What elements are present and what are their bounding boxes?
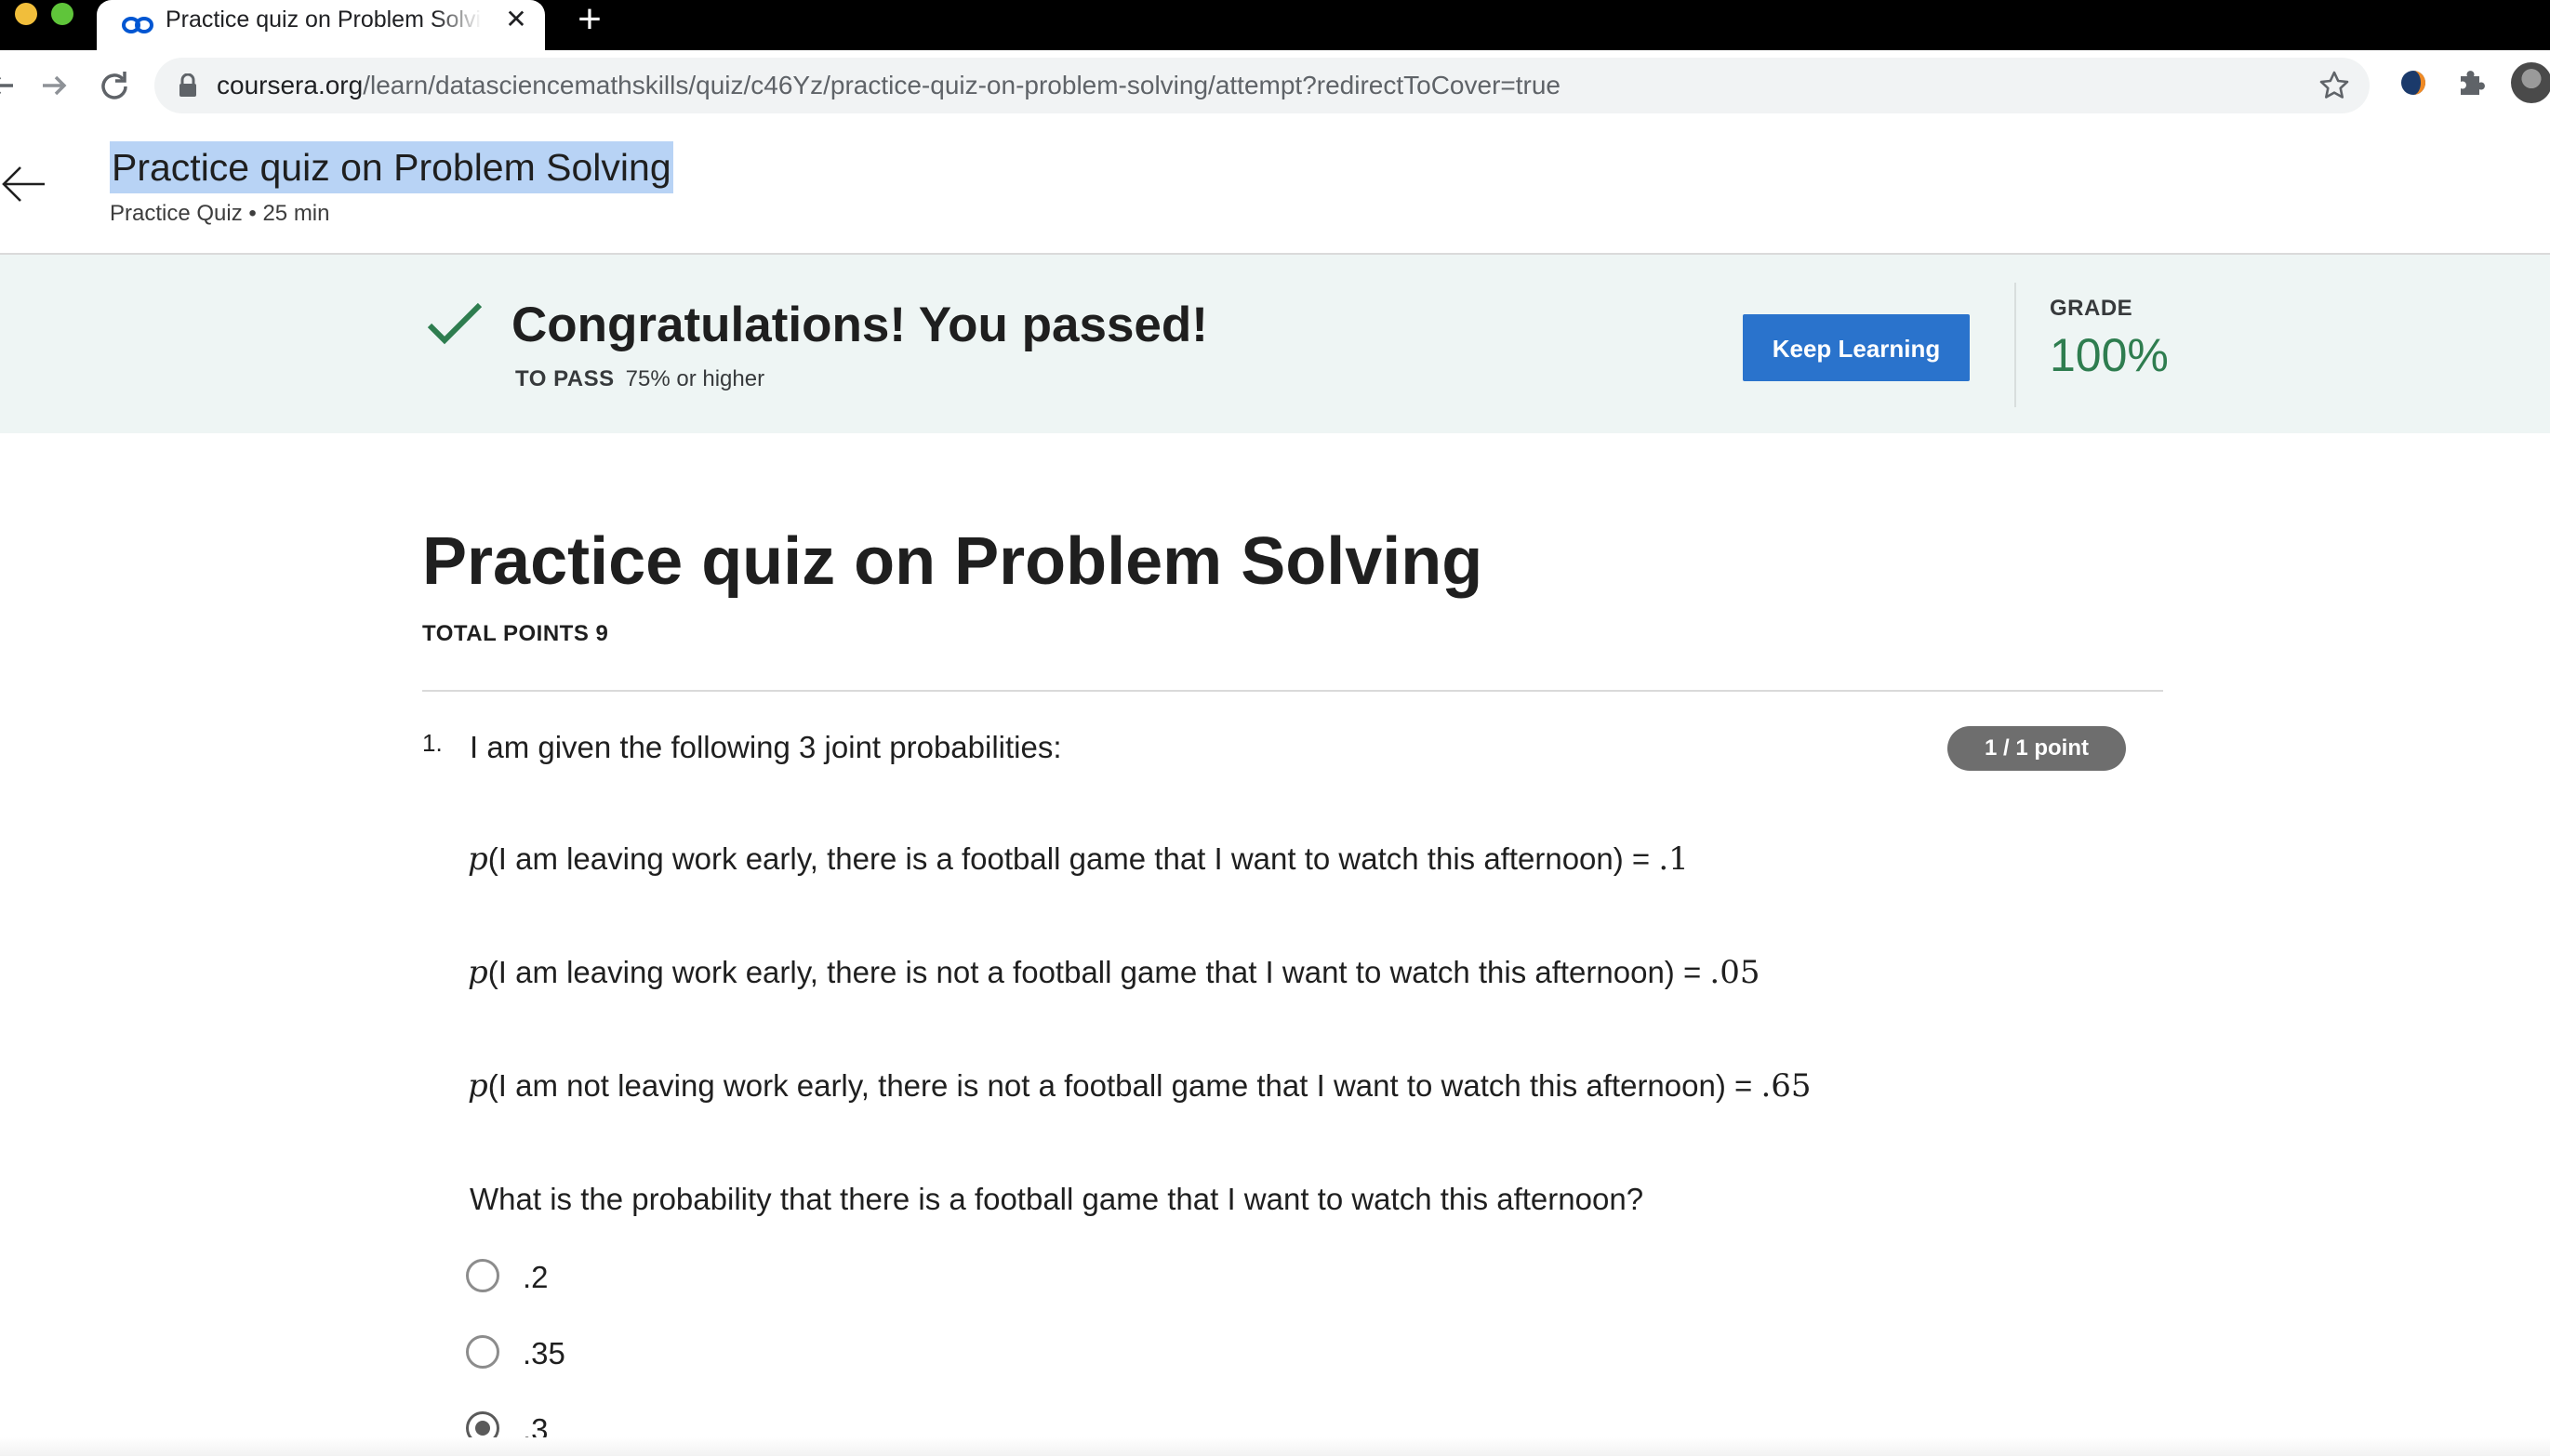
puzzle-icon[interactable] [2455, 65, 2489, 99]
option-label[interactable]: .35 [523, 1333, 565, 1374]
page-title: Practice quiz on Problem Solving [110, 141, 673, 193]
probability-statement: p(I am leaving work early, there is a fo… [468, 839, 1689, 880]
pass-message: Congratulations! You passed! [511, 298, 1208, 352]
probability-statement: p(I am leaving work early, there is not … [468, 952, 1760, 993]
page-header: Practice quiz on Problem Solving Practic… [0, 121, 2550, 255]
keep-learning-button[interactable]: Keep Learning [1743, 314, 1970, 381]
radio-button[interactable] [466, 1259, 499, 1292]
browser-tab-active[interactable]: Practice quiz on Problem Solving ✕ [97, 0, 545, 50]
forward-icon[interactable] [33, 65, 74, 106]
extension-icon[interactable] [2397, 67, 2429, 99]
star-icon[interactable] [2318, 69, 2351, 102]
browser-toolbar: coursera.org/learn/datasciencemathskills… [0, 50, 2550, 121]
new-tab-button[interactable]: + [571, 0, 608, 40]
prob-value: .1 [1658, 841, 1689, 878]
pass-requirement: TO PASS 75% or higher [515, 361, 764, 398]
url-path: /learn/datasciencemathskills/quiz/c46Yz/… [363, 71, 1561, 99]
grade-label: GRADE [2050, 296, 2133, 321]
page-subtitle: Practice Quiz • 25 min [110, 201, 330, 226]
window-bottom-edge [0, 1437, 2550, 1456]
quiz-title: Practice quiz on Problem Solving [422, 524, 1483, 599]
url-text: coursera.org/learn/datasciencemathskills… [217, 58, 1561, 113]
question-prompt: I am given the following 3 joint probabi… [470, 730, 1062, 764]
address-bar[interactable]: coursera.org/learn/datasciencemathskills… [154, 58, 2370, 113]
prob-symbol: p [468, 954, 488, 991]
prob-symbol: p [468, 1067, 488, 1105]
prob-text: (I am not leaving work early, there is n… [487, 1068, 1761, 1103]
radio-button[interactable] [466, 1335, 499, 1369]
browser-tab-strip: Practice quiz on Problem Solving ✕ + [0, 0, 2550, 50]
total-points: TOTAL POINTS 9 [422, 621, 609, 646]
points-badge: 1 / 1 point [1947, 726, 2126, 771]
prob-text: (I am leaving work early, there is a foo… [487, 841, 1659, 876]
url-host: coursera.org [217, 71, 364, 99]
prob-value: .65 [1760, 1067, 1812, 1105]
checkmark-icon [426, 301, 484, 350]
coursera-logo-icon [121, 13, 154, 37]
prob-text: (I am leaving work early, there is not a… [487, 955, 1710, 989]
question-text: What is the probability that there is a … [470, 1182, 1644, 1216]
prob-symbol: p [468, 841, 488, 878]
profile-avatar[interactable] [2511, 62, 2550, 103]
to-pass-value: 75% or higher [625, 366, 765, 391]
divider [422, 690, 2163, 692]
back-arrow-icon[interactable] [0, 160, 48, 208]
to-pass-label: TO PASS [515, 366, 615, 391]
lock-icon[interactable] [179, 73, 197, 98]
option-label[interactable]: .2 [523, 1257, 549, 1298]
maximize-window-button[interactable] [51, 3, 73, 25]
banner-divider [2014, 283, 2016, 407]
probability-statement: p(I am not leaving work early, there is … [468, 1066, 1812, 1106]
tab-title: Practice quiz on Problem Solving [166, 7, 482, 33]
close-tab-icon[interactable]: ✕ [502, 6, 530, 33]
minimize-window-button[interactable] [15, 3, 37, 25]
question-number: 1. [422, 729, 443, 757]
back-icon[interactable] [0, 65, 22, 106]
reload-icon[interactable] [93, 65, 134, 106]
pass-banner: Congratulations! You passed! TO PASS 75% … [0, 255, 2550, 433]
prob-value: .05 [1709, 954, 1760, 991]
grade-value: 100% [2050, 329, 2169, 381]
